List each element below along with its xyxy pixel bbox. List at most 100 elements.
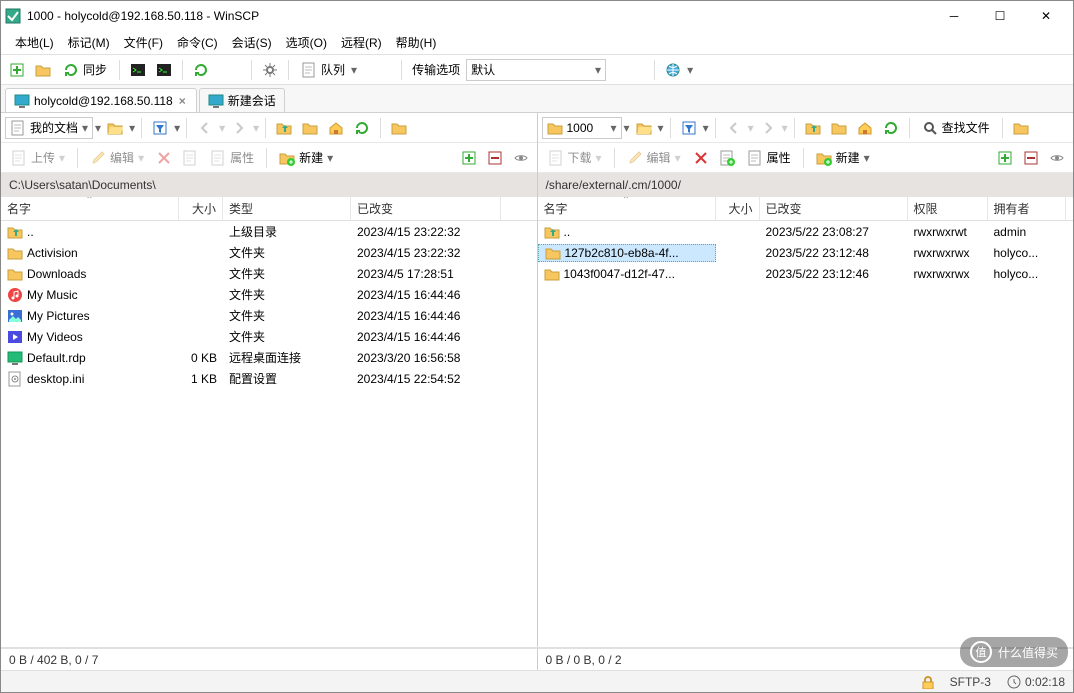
local-col-date[interactable]: 已改变	[351, 197, 501, 220]
menu-remote[interactable]: 远程(R)	[335, 32, 388, 53]
menu-help[interactable]: 帮助(H)	[390, 32, 443, 53]
remote-root-icon[interactable]	[827, 116, 851, 140]
window-titlebar: 1000 - holycold@192.168.50.118 - WinSCP …	[1, 1, 1073, 31]
local-file-list[interactable]: ⌃名字 大小 类型 已改变 ..上级目录2023/4/15 23:22:32Ac…	[1, 197, 537, 647]
local-view-icon[interactable]	[509, 146, 533, 170]
maximize-button[interactable]: ☐	[977, 1, 1023, 31]
remote-filter-icon[interactable]	[677, 116, 701, 140]
list-item[interactable]: Activision文件夹2023/4/15 23:22:32	[1, 242, 537, 263]
tab-session[interactable]: holycold@192.168.50.118 ×	[5, 88, 197, 112]
remote-new-button[interactable]: 新建▾	[810, 146, 876, 170]
local-delete-icon[interactable]	[152, 146, 176, 170]
compare-icon[interactable]	[31, 58, 55, 82]
remote-expand-icon[interactable]	[993, 146, 1017, 170]
local-actions: 上传▾ 编辑▾ 属性 新建▾	[1, 143, 537, 173]
tab-new-session[interactable]: 新建会话	[199, 88, 285, 112]
local-root-icon[interactable]	[298, 116, 322, 140]
remote-col-name[interactable]: ⌃名字	[538, 197, 716, 220]
local-new-button[interactable]: 新建▾	[273, 146, 339, 170]
remote-delete-icon[interactable]	[689, 146, 713, 170]
local-col-name[interactable]: ⌃名字	[1, 197, 179, 220]
local-home-icon[interactable]	[324, 116, 348, 140]
list-item[interactable]: ..2023/5/22 23:08:27rwxrwxrwtadmin	[538, 221, 1074, 242]
sync-browse-icon[interactable]	[5, 58, 29, 82]
list-item[interactable]: ..上级目录2023/4/15 23:22:32	[1, 221, 537, 242]
close-button[interactable]: ✕	[1023, 1, 1069, 31]
list-item[interactable]: Default.rdp0 KB远程桌面连接2023/3/20 16:56:58	[1, 347, 537, 368]
remote-tree-icon[interactable]	[1009, 116, 1033, 140]
remote-collapse-icon[interactable]	[1019, 146, 1043, 170]
local-expand-icon[interactable]	[457, 146, 481, 170]
remote-col-size[interactable]: 大小	[716, 197, 760, 220]
remote-rename-icon[interactable]	[715, 146, 739, 170]
local-path[interactable]: C:\Users\satan\Documents\	[1, 173, 537, 197]
remote-file-list[interactable]: ⌃名字 大小 已改变 权限 拥有者 ..2023/5/22 23:08:27rw…	[538, 197, 1074, 647]
watermark: 值什么值得买	[960, 637, 1068, 667]
local-filter-icon[interactable]	[148, 116, 172, 140]
gear-icon[interactable]	[258, 58, 282, 82]
remote-refresh-icon[interactable]	[879, 116, 903, 140]
queue-button[interactable]: 队列▾	[295, 58, 363, 82]
local-col-size[interactable]: 大小	[179, 197, 223, 220]
menu-session[interactable]: 会话(S)	[226, 32, 278, 53]
tab-close-icon[interactable]: ×	[177, 94, 188, 108]
list-item[interactable]: My Pictures文件夹2023/4/15 16:44:46	[1, 305, 537, 326]
remote-actions: 下载▾ 编辑▾ 属性 新建▾	[538, 143, 1074, 173]
local-tree-icon[interactable]	[387, 116, 411, 140]
menu-mark[interactable]: 标记(M)	[62, 32, 116, 53]
terminal-icon[interactable]	[126, 58, 150, 82]
minimize-button[interactable]: ─	[931, 1, 977, 31]
synchronize-button[interactable]: 同步	[57, 58, 113, 82]
local-dir-selector[interactable]: 我的文档▾	[5, 117, 93, 139]
remote-view-icon[interactable]	[1045, 146, 1069, 170]
list-item[interactable]: My Music文件夹2023/4/15 16:44:46	[1, 284, 537, 305]
app-icon	[5, 8, 21, 24]
console-icon[interactable]	[152, 58, 176, 82]
local-rename-icon[interactable]	[178, 146, 202, 170]
globe-icon[interactable]	[661, 58, 685, 82]
list-item[interactable]: 1043f0047-d12f-47...2023/5/22 23:12:46rw…	[538, 263, 1074, 284]
monitor-icon	[14, 93, 30, 109]
remote-col-owner[interactable]: 拥有者	[988, 197, 1066, 220]
local-edit-button[interactable]: 编辑▾	[84, 146, 150, 170]
local-open-icon[interactable]	[103, 116, 127, 140]
local-collapse-icon[interactable]	[483, 146, 507, 170]
download-button[interactable]: 下载▾	[542, 146, 608, 170]
menu-file[interactable]: 文件(F)	[118, 32, 169, 53]
local-refresh-icon[interactable]	[350, 116, 374, 140]
elapsed-time: 0:02:18	[1025, 675, 1065, 689]
local-fwd-icon[interactable]	[227, 116, 251, 140]
list-item[interactable]: My Videos文件夹2023/4/15 16:44:46	[1, 326, 537, 347]
list-item[interactable]: 127b2c810-eb8a-4f...2023/5/22 23:12:48rw…	[538, 242, 1074, 263]
upload-button[interactable]: 上传▾	[5, 146, 71, 170]
transfer-label: 传输选项	[408, 61, 464, 78]
remote-fwd-icon[interactable]	[756, 116, 780, 140]
protocol-label: SFTP-3	[950, 675, 991, 689]
remote-open-icon[interactable]	[632, 116, 656, 140]
list-item[interactable]: desktop.ini1 KB配置设置2023/4/15 22:54:52	[1, 368, 537, 389]
list-item[interactable]: Downloads文件夹2023/4/5 17:28:51	[1, 263, 537, 284]
menu-command[interactable]: 命令(C)	[171, 32, 224, 53]
remote-col-perm[interactable]: 权限	[908, 197, 988, 220]
remote-dir-selector[interactable]: 1000▾	[542, 117, 622, 139]
remote-back-icon[interactable]	[722, 116, 746, 140]
remote-props-button[interactable]: 属性	[741, 146, 797, 170]
remote-col-date[interactable]: 已改变	[760, 197, 908, 220]
remote-edit-button[interactable]: 编辑▾	[621, 146, 687, 170]
local-props-button[interactable]: 属性	[204, 146, 260, 170]
window-title: 1000 - holycold@192.168.50.118 - WinSCP	[27, 9, 931, 23]
statusbar: SFTP-3 0:02:18	[1, 670, 1073, 692]
remote-path[interactable]: /share/external/.cm/1000/	[538, 173, 1074, 197]
menu-options[interactable]: 选项(O)	[280, 32, 333, 53]
remote-parent-icon[interactable]	[801, 116, 825, 140]
local-col-type[interactable]: 类型	[223, 197, 351, 220]
main-toolbar: 同步 队列▾ 传输选项 默认▾ ▾	[1, 55, 1073, 85]
local-back-icon[interactable]	[193, 116, 217, 140]
local-parent-icon[interactable]	[272, 116, 296, 140]
find-files-button[interactable]: 查找文件	[916, 116, 996, 140]
remote-home-icon[interactable]	[853, 116, 877, 140]
remote-pane: 1000▾ ▾ ▾ ▾ ▾ ▾ 查找文件 下载▾ 编辑▾ 属性	[538, 113, 1074, 647]
menu-local[interactable]: 本地(L)	[9, 32, 60, 53]
sync-dirs-icon[interactable]	[189, 58, 213, 82]
transfer-combo[interactable]: 默认▾	[466, 59, 606, 81]
